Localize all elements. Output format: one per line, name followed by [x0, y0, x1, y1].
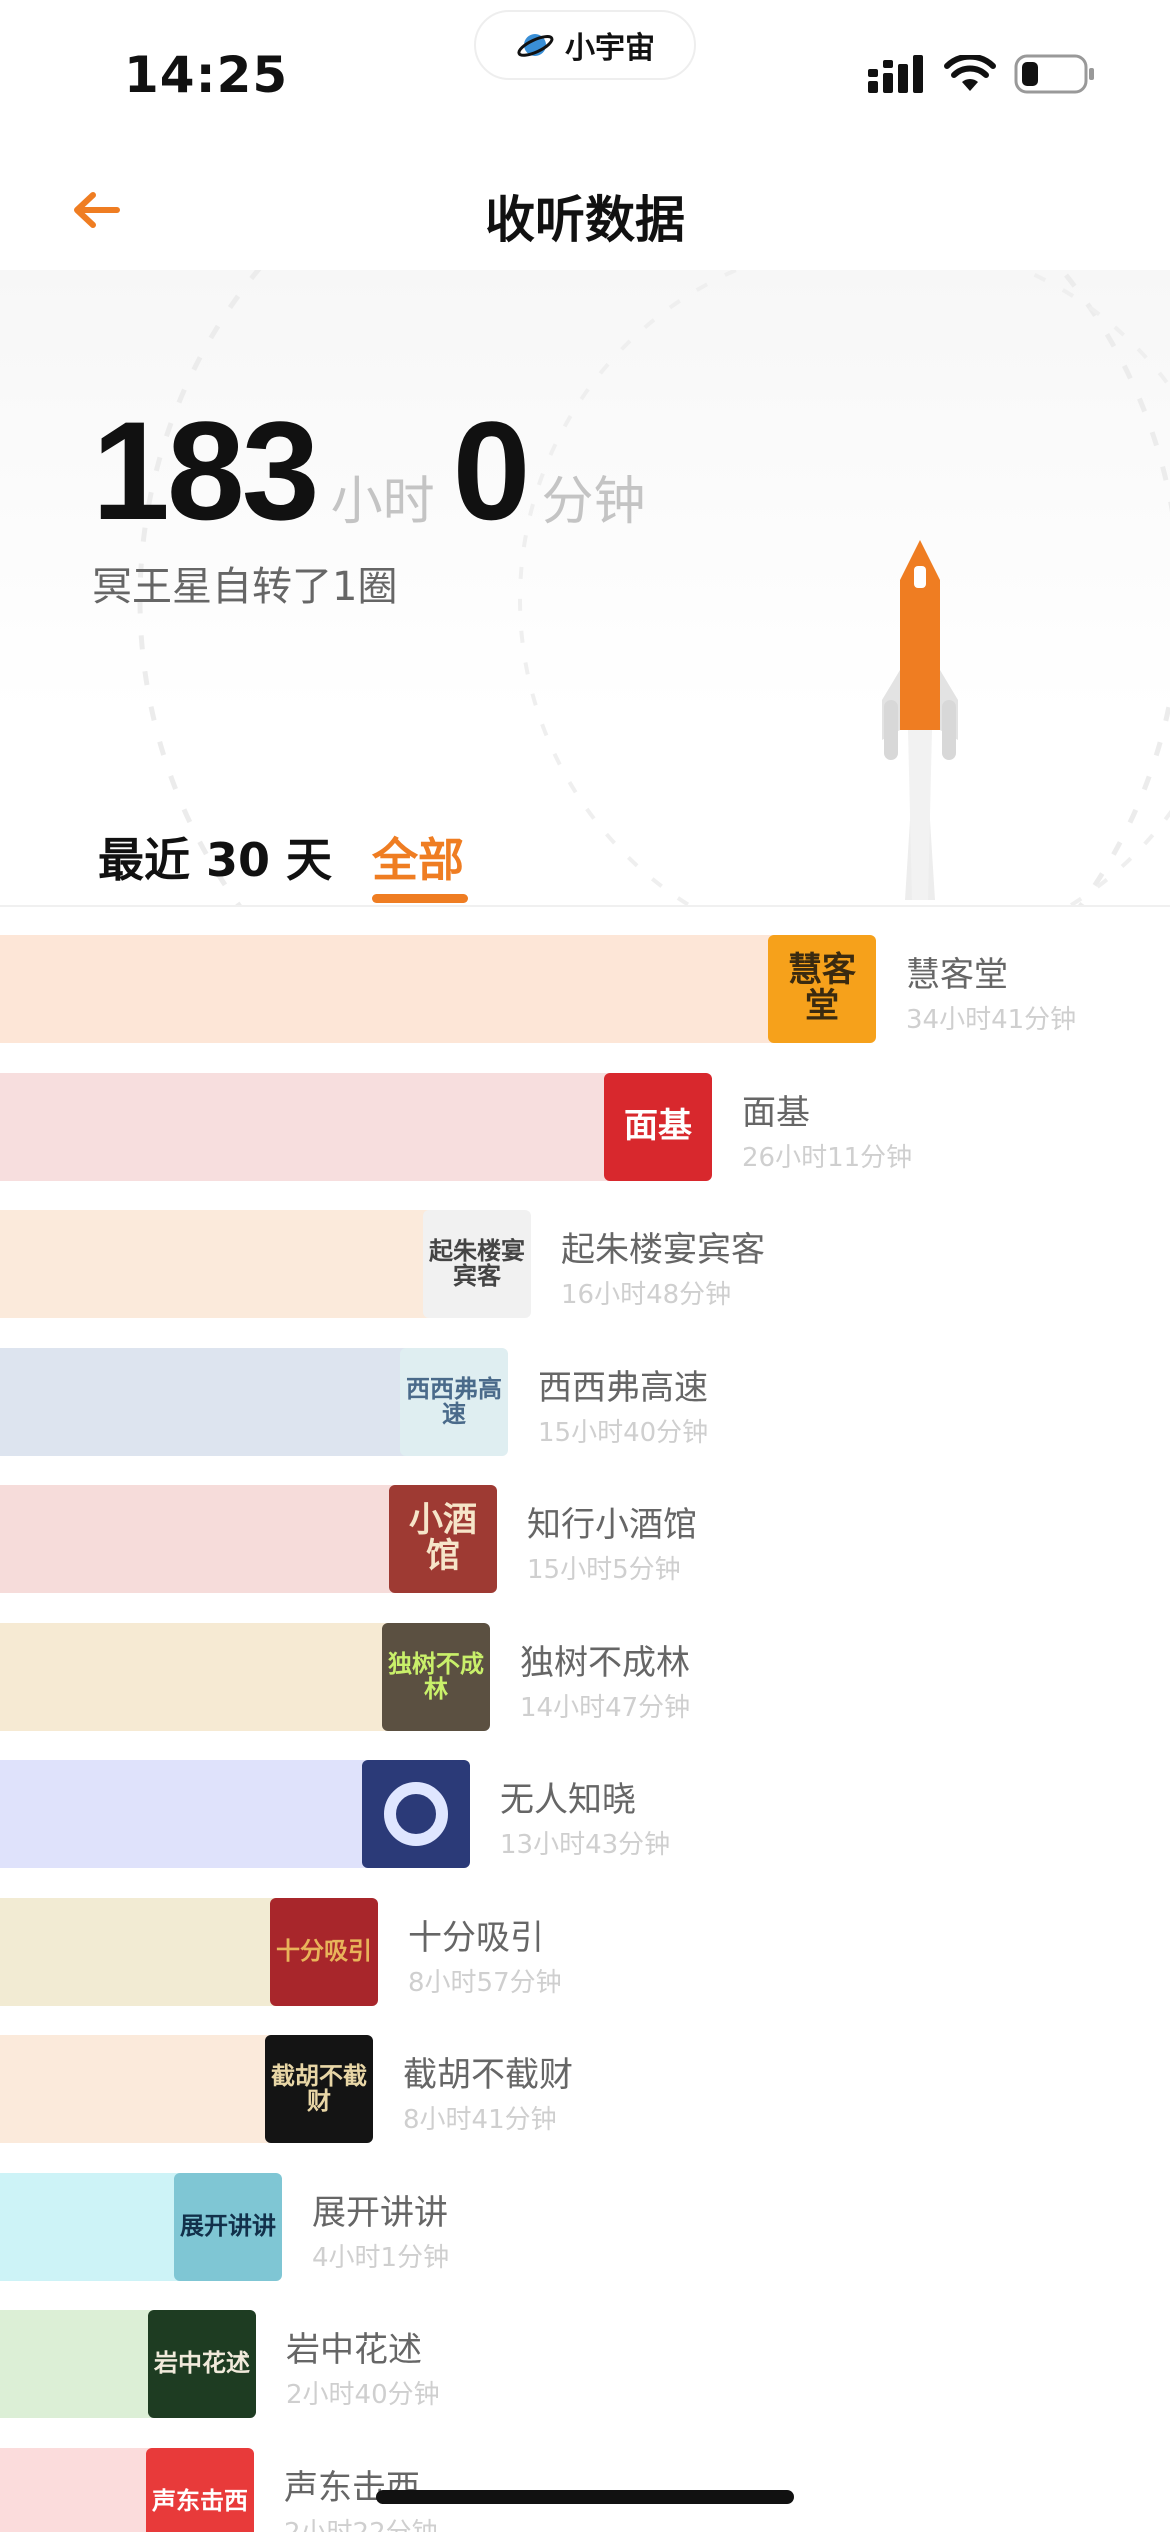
podcast-duration: 2小时40分钟 — [286, 2380, 440, 2410]
podcast-row[interactable]: 十分吸引 十分吸引 8小时57分钟 — [0, 1898, 1170, 2008]
podcast-row[interactable]: 独树不成林 独树不成林 14小时47分钟 — [0, 1623, 1170, 1733]
cover-title: 十分吸引 — [276, 1937, 372, 1966]
podcast-duration: 15小时5分钟 — [527, 1555, 681, 1585]
podcast-name: 十分吸引 — [408, 1918, 544, 1958]
podcast-row[interactable]: 无人知晓 13小时43分钟 — [0, 1760, 1170, 1870]
listening-bar — [0, 935, 822, 1043]
podcast-name: 独树不成林 — [520, 1643, 690, 1683]
podcast-duration: 34小时41分钟 — [906, 1005, 1077, 1035]
cover-title: 展开讲讲 — [180, 2212, 276, 2241]
listening-bar — [0, 1485, 443, 1593]
cover-title: 西西弗高速 — [406, 1374, 502, 1428]
cover-title: 慧客堂 — [788, 950, 856, 1026]
podcast-name: 展开讲讲 — [312, 2193, 448, 2233]
podcast-name: 西西弗高速 — [538, 1368, 708, 1408]
podcast-row[interactable]: 西西弗高速 西西弗高速 15小时40分钟 — [0, 1348, 1170, 1458]
podcast-duration: 2小时22分钟 — [284, 2512, 438, 2532]
podcast-duration: 8小时41分钟 — [403, 2105, 557, 2135]
home-indicator[interactable] — [376, 2490, 794, 2504]
cover-title: 面基 — [624, 1106, 692, 1147]
podcast-name: 知行小酒馆 — [527, 1505, 697, 1545]
listening-bar — [0, 1623, 436, 1731]
podcast-ranking-list: 慧客堂 慧客堂 34小时41分钟面基 面基 26小时11分钟起朱楼宴宾客 起朱楼宴宾客 16… — [0, 0, 1170, 2532]
podcast-duration: 4小时1分钟 — [312, 2243, 450, 2273]
listening-bar — [0, 1760, 416, 1868]
podcast-cover[interactable]: 展开讲讲 — [174, 2173, 282, 2281]
podcast-name: 无人知晓 — [500, 1780, 636, 1820]
podcast-row[interactable]: 展开讲讲 展开讲讲 4小时1分钟 — [0, 2173, 1170, 2283]
podcast-cover[interactable]: 十分吸引 — [270, 1898, 378, 2006]
podcast-cover[interactable]: 独树不成林 — [382, 1623, 490, 1731]
podcast-duration: 15小时40分钟 — [538, 1418, 709, 1448]
listening-bar — [0, 1210, 477, 1318]
podcast-cover[interactable]: 面基 — [604, 1073, 712, 1181]
podcast-row[interactable]: 面基 面基 26小时11分钟 — [0, 1073, 1170, 1183]
cover-title: 小酒馆 — [409, 1500, 477, 1576]
cover-title: 截胡不截财 — [271, 2061, 367, 2115]
cover-title: 岩中花述 — [154, 2349, 250, 2378]
podcast-cover[interactable]: 声东击西 — [146, 2448, 254, 2532]
podcast-name: 岩中花述 — [286, 2330, 422, 2370]
cover-title: 声东击西 — [152, 2487, 248, 2516]
cover-title: 起朱楼宴宾客 — [429, 1236, 525, 1290]
ring-logo-icon — [384, 1782, 448, 1846]
podcast-cover[interactable]: 西西弗高速 — [400, 1348, 508, 1456]
podcast-cover[interactable]: 慧客堂 — [768, 935, 876, 1043]
listening-bar — [0, 1348, 454, 1456]
podcast-row[interactable]: 慧客堂 慧客堂 34小时41分钟 — [0, 935, 1170, 1045]
podcast-duration: 26小时11分钟 — [742, 1143, 913, 1173]
podcast-duration: 14小时47分钟 — [520, 1693, 691, 1723]
podcast-row[interactable]: 小酒馆 知行小酒馆 15小时5分钟 — [0, 1485, 1170, 1595]
podcast-cover[interactable]: 起朱楼宴宾客 — [423, 1210, 531, 1318]
podcast-name: 截胡不截财 — [403, 2055, 573, 2095]
podcast-cover[interactable]: 截胡不截财 — [265, 2035, 373, 2143]
podcast-cover[interactable]: 小酒馆 — [389, 1485, 497, 1593]
podcast-name: 起朱楼宴宾客 — [561, 1230, 765, 1270]
podcast-row[interactable]: 岩中花述 岩中花述 2小时40分钟 — [0, 2310, 1170, 2420]
podcast-cover[interactable]: 岩中花述 — [148, 2310, 256, 2418]
cover-title: 独树不成林 — [388, 1649, 484, 1703]
podcast-duration: 8小时57分钟 — [408, 1968, 562, 1998]
podcast-duration: 16小时48分钟 — [561, 1280, 732, 1310]
listening-bar — [0, 1073, 658, 1181]
podcast-row[interactable]: 起朱楼宴宾客 起朱楼宴宾客 16小时48分钟 — [0, 1210, 1170, 1320]
podcast-name: 慧客堂 — [906, 955, 1008, 995]
podcast-cover[interactable] — [362, 1760, 470, 1868]
podcast-duration: 13小时43分钟 — [500, 1830, 671, 1860]
podcast-name: 面基 — [742, 1093, 810, 1133]
podcast-row[interactable]: 截胡不截财 截胡不截财 8小时41分钟 — [0, 2035, 1170, 2145]
